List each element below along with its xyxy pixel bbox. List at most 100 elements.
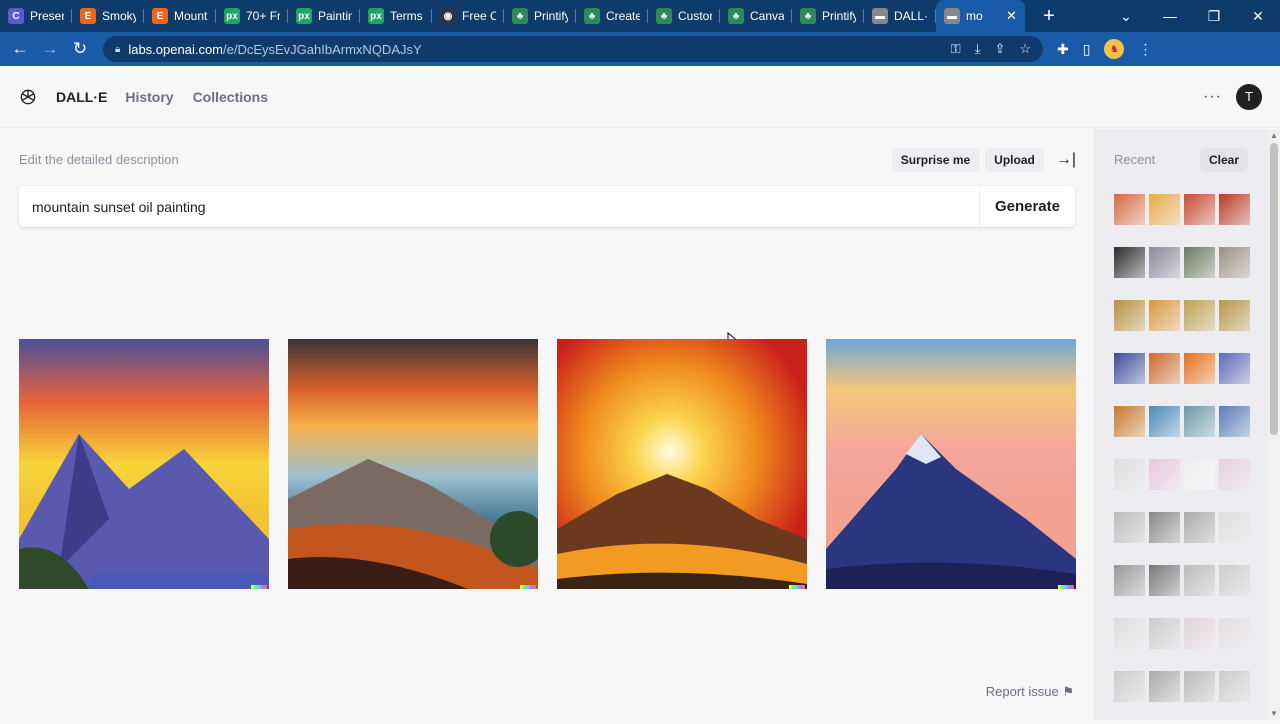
browser-tab[interactable]: ♣ Custon	[648, 0, 720, 32]
share-icon[interactable]: ⇪	[994, 41, 1005, 57]
recent-thumbnail[interactable]	[1114, 300, 1145, 331]
browser-tab[interactable]: px Terms	[360, 0, 432, 32]
tab-search-icon[interactable]: ⌄	[1104, 8, 1148, 25]
more-options-icon[interactable]: ···	[1203, 88, 1222, 106]
recent-thumbnail[interactable]	[1114, 353, 1145, 384]
recent-thumbnail[interactable]	[1219, 353, 1250, 384]
recent-thumbnail[interactable]	[1219, 671, 1250, 702]
browser-tab[interactable]: ♣ Create	[576, 0, 648, 32]
recent-thumbnail[interactable]	[1114, 406, 1145, 437]
close-window-button[interactable]: ✕	[1236, 8, 1280, 25]
recent-thumbnail[interactable]	[1219, 406, 1250, 437]
browser-tab[interactable]: ♣ Canvas	[720, 0, 792, 32]
recent-thumbnail[interactable]	[1184, 194, 1215, 225]
recent-thumbnail[interactable]	[1149, 512, 1180, 543]
browser-tab[interactable]: ♣ Printify	[792, 0, 864, 32]
restore-button[interactable]: ❐	[1192, 8, 1236, 25]
key-icon[interactable]: ⚿	[951, 41, 961, 57]
forward-button[interactable]: →	[35, 39, 65, 59]
recent-thumbnail[interactable]	[1184, 247, 1215, 278]
browser-menu-icon[interactable]: ⋮	[1138, 41, 1152, 58]
openai-logo-icon[interactable]	[18, 87, 38, 107]
pexels-icon: px	[296, 8, 312, 24]
recent-thumbnail[interactable]	[1184, 459, 1215, 490]
user-avatar[interactable]: T	[1236, 83, 1262, 110]
recent-thumbnail[interactable]	[1184, 618, 1215, 649]
brand-dalle[interactable]: DALL·E	[56, 89, 107, 105]
browser-tab[interactable]: E Mount	[144, 0, 216, 32]
url-bar[interactable]: 🔒︎ labs.openai.com/e/DcEysEvJGahIbArmxNQ…	[103, 36, 1043, 62]
recent-thumbnail[interactable]	[1184, 406, 1215, 437]
recent-thumbnail[interactable]	[1184, 300, 1215, 331]
result-image-4[interactable]	[826, 339, 1076, 589]
close-tab-icon[interactable]: ✕	[1006, 8, 1017, 24]
recent-thumbnail[interactable]	[1219, 618, 1250, 649]
browser-tab[interactable]: ◉ Free O	[432, 0, 504, 32]
nav-collections[interactable]: Collections	[193, 89, 268, 105]
recent-thumbnail[interactable]	[1114, 247, 1145, 278]
recent-thumbnail[interactable]	[1114, 671, 1145, 702]
recent-thumbnail[interactable]	[1149, 406, 1180, 437]
recent-thumbnail[interactable]	[1149, 618, 1180, 649]
side-panel-icon[interactable]: ▯	[1083, 41, 1091, 58]
recent-thumbnail[interactable]	[1114, 618, 1145, 649]
recent-thumbnail[interactable]	[1114, 512, 1145, 543]
new-tab-button[interactable]: +	[1037, 5, 1061, 28]
bookmark-star-icon[interactable]: ☆	[1019, 41, 1031, 57]
nav-history[interactable]: History	[125, 89, 173, 105]
recent-thumbnail[interactable]	[1184, 671, 1215, 702]
printify-icon: ♣	[728, 8, 744, 24]
browser-tab[interactable]: px Paintin	[288, 0, 360, 32]
recent-title: Recent	[1114, 152, 1156, 167]
back-button[interactable]: ←	[5, 39, 35, 59]
signature-mark	[520, 585, 536, 589]
recent-thumbnail[interactable]	[1149, 565, 1180, 596]
browser-tab[interactable]: E Smoky	[72, 0, 144, 32]
recent-thumbnail[interactable]	[1149, 671, 1180, 702]
clear-button[interactable]: Clear	[1199, 148, 1248, 172]
pexels-icon: px	[368, 8, 384, 24]
recent-thumbnail[interactable]	[1219, 247, 1250, 278]
install-icon[interactable]: ⤓	[975, 41, 981, 57]
recent-group	[1114, 512, 1250, 543]
recent-thumbnail[interactable]	[1219, 300, 1250, 331]
report-issue-link[interactable]: Report issue ⚑	[986, 684, 1074, 700]
recent-thumbnail[interactable]	[1149, 247, 1180, 278]
recent-thumbnail[interactable]	[1114, 194, 1145, 225]
recent-thumbnail[interactable]	[1184, 512, 1215, 543]
upload-button[interactable]: Upload	[985, 148, 1044, 172]
window-controls: ⌄ — ❐ ✕	[1104, 0, 1280, 32]
recent-thumbnail[interactable]	[1149, 353, 1180, 384]
recent-group	[1114, 565, 1250, 596]
minimize-button[interactable]: —	[1148, 8, 1192, 24]
extensions-icon[interactable]: ✚	[1057, 41, 1069, 58]
scrollbar-thumb[interactable]	[1270, 143, 1278, 435]
generate-button[interactable]: Generate	[978, 186, 1075, 227]
profile-avatar[interactable]: ♞	[1104, 39, 1125, 59]
result-image-2[interactable]	[288, 339, 538, 589]
recent-thumbnail[interactable]	[1219, 194, 1250, 225]
recent-thumbnail[interactable]	[1114, 565, 1145, 596]
printify-icon: ♣	[800, 8, 816, 24]
recent-thumbnail[interactable]	[1219, 459, 1250, 490]
recent-thumbnail[interactable]	[1114, 459, 1145, 490]
reload-button[interactable]: ↻	[65, 39, 95, 59]
collapse-sidebar-icon[interactable]: →|	[1056, 151, 1076, 169]
browser-tab[interactable]: ♣ Printify	[504, 0, 576, 32]
recent-thumbnail[interactable]	[1149, 459, 1180, 490]
browser-tab[interactable]: px 70+ Fr	[216, 0, 288, 32]
recent-thumbnail[interactable]	[1184, 565, 1215, 596]
recent-thumbnail[interactable]	[1149, 300, 1180, 331]
surprise-me-button[interactable]: Surprise me	[891, 148, 980, 172]
result-image-1[interactable]	[19, 339, 269, 589]
recent-thumbnail[interactable]	[1219, 565, 1250, 596]
browser-tab[interactable]: ▬ DALL·E	[864, 0, 936, 32]
recent-thumbnail[interactable]	[1184, 353, 1215, 384]
recent-thumbnail[interactable]	[1149, 194, 1180, 225]
recent-thumbnail[interactable]	[1219, 512, 1250, 543]
result-image-3[interactable]	[557, 339, 807, 589]
prompt-input[interactable]	[19, 198, 979, 215]
browser-tab[interactable]: ▬ mo ✕	[936, 0, 1025, 32]
scrollbar[interactable]: ▲ ▼	[1268, 129, 1280, 720]
browser-tab[interactable]: C Presen	[0, 0, 72, 32]
